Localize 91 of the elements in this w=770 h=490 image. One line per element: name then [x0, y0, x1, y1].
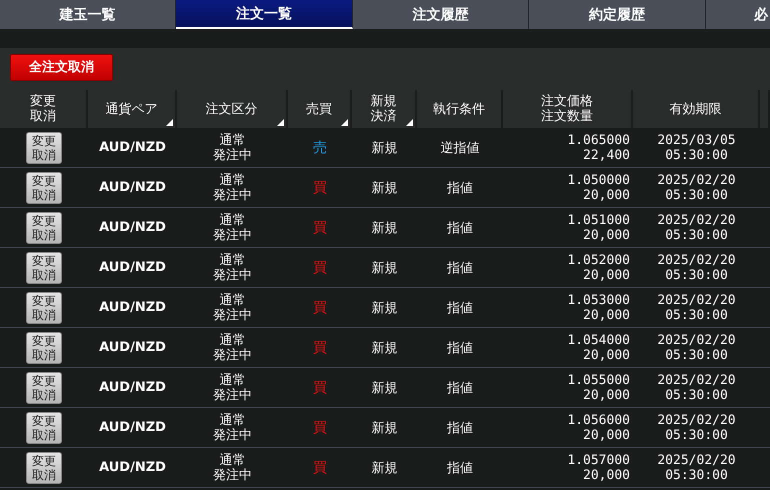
currency-pair: AUD/NZD — [99, 220, 166, 235]
buy-sell: 売 — [313, 138, 327, 156]
tab[interactable]: 注文履歴 — [353, 0, 529, 29]
order-quantity: 20,000 — [583, 308, 630, 322]
expiry-date: 2025/03/05 05:30:00 — [657, 132, 736, 162]
order-quantity: 20,000 — [583, 388, 630, 402]
edit-cancel-button[interactable]: 変更 取消 — [26, 172, 62, 204]
order-type: 通常 発注中 — [213, 212, 252, 242]
sort-triangle-icon — [277, 119, 284, 126]
execution-condition: 指値 — [447, 420, 473, 436]
open-close: 新規 — [372, 140, 398, 156]
order-type: 通常 発注中 — [213, 412, 252, 442]
currency-pair: AUD/NZD — [99, 380, 166, 395]
order-price: 1.050000 — [567, 172, 630, 188]
expiry-date: 2025/02/20 05:30:00 — [657, 172, 736, 202]
buy-sell: 買 — [313, 218, 327, 236]
order-quantity: 20,000 — [583, 268, 630, 282]
sort-triangle-icon — [406, 119, 413, 126]
expiry-date: 2025/02/20 05:30:00 — [657, 292, 736, 322]
order-price: 1.051000 — [567, 212, 630, 228]
currency-pair: AUD/NZD — [99, 460, 166, 475]
tab[interactable]: 約定履歴 — [529, 0, 706, 29]
edit-cancel-button[interactable]: 変更 取消 — [26, 372, 62, 404]
expiry-date: 2025/02/20 05:30:00 — [657, 252, 736, 282]
sort-triangle-icon — [166, 119, 173, 126]
execution-condition: 指値 — [447, 300, 473, 316]
open-close: 新規 — [372, 380, 398, 396]
buy-sell: 買 — [313, 178, 327, 196]
buy-sell: 買 — [313, 298, 327, 316]
edit-cancel-button[interactable]: 変更 取消 — [26, 212, 62, 244]
expiry-date: 2025/02/20 05:30:00 — [657, 452, 736, 482]
currency-pair: AUD/NZD — [99, 180, 166, 195]
edit-cancel-button[interactable]: 変更 取消 — [26, 252, 62, 284]
open-close: 新規 — [372, 340, 398, 356]
open-close: 新規 — [372, 460, 398, 476]
expiry-date: 2025/02/20 05:30:00 — [657, 372, 736, 402]
order-price: 1.065000 — [567, 132, 630, 148]
edit-cancel-button[interactable]: 変更 取消 — [26, 132, 62, 164]
order-price: 1.056000 — [567, 412, 630, 428]
order-type: 通常 発注中 — [213, 172, 252, 202]
order-quantity: 20,000 — [583, 228, 630, 242]
execution-condition: 指値 — [447, 380, 473, 396]
buy-sell: 買 — [313, 258, 327, 276]
currency-pair: AUD/NZD — [99, 340, 166, 355]
open-close: 新規 — [372, 180, 398, 196]
currency-pair: AUD/NZD — [99, 260, 166, 275]
order-quantity: 20,000 — [583, 468, 630, 482]
execution-condition: 指値 — [447, 460, 473, 476]
buy-sell: 買 — [313, 378, 327, 396]
order-quantity: 20,000 — [583, 348, 630, 362]
order-type: 通常 発注中 — [213, 292, 252, 322]
buy-sell: 買 — [313, 338, 327, 356]
order-quantity: 20,000 — [583, 188, 630, 202]
order-type: 通常 発注中 — [213, 252, 252, 282]
order-price: 1.055000 — [567, 372, 630, 388]
tab[interactable]: 建玉一覧 — [0, 0, 176, 29]
order-type: 通常 発注中 — [213, 132, 252, 162]
order-price: 1.052000 — [567, 252, 630, 268]
execution-condition: 指値 — [447, 180, 473, 196]
edit-cancel-button[interactable]: 変更 取消 — [26, 412, 62, 444]
order-type: 通常 発注中 — [213, 452, 252, 482]
execution-condition: 逆指値 — [440, 140, 480, 156]
open-close: 新規 — [372, 260, 398, 276]
execution-condition: 指値 — [447, 260, 473, 276]
order-quantity: 20,000 — [583, 428, 630, 442]
open-close: 新規 — [372, 300, 398, 316]
order-type: 通常 発注中 — [213, 372, 252, 402]
order-type: 通常 発注中 — [213, 332, 252, 362]
order-quantity: 22,400 — [583, 148, 630, 162]
order-price: 1.057000 — [567, 452, 630, 468]
sort-triangle-icon — [341, 119, 348, 126]
edit-cancel-button[interactable]: 変更 取消 — [26, 332, 62, 364]
expiry-date: 2025/02/20 05:30:00 — [657, 212, 736, 242]
open-close: 新規 — [372, 220, 398, 236]
currency-pair: AUD/NZD — [99, 300, 166, 315]
cancel-all-button[interactable]: 全注文取消 — [10, 54, 113, 80]
tab[interactable]: 必 — [706, 0, 770, 29]
buy-sell: 買 — [313, 418, 327, 436]
expiry-date: 2025/02/20 05:30:00 — [657, 412, 736, 442]
tab[interactable]: 注文一覧 — [176, 0, 353, 29]
currency-pair: AUD/NZD — [99, 420, 166, 435]
execution-condition: 指値 — [447, 220, 473, 236]
edit-cancel-button[interactable]: 変更 取消 — [26, 292, 62, 324]
execution-condition: 指値 — [447, 340, 473, 356]
edit-cancel-button[interactable]: 変更 取消 — [26, 452, 62, 484]
buy-sell: 買 — [313, 458, 327, 476]
open-close: 新規 — [372, 420, 398, 436]
order-price: 1.053000 — [567, 292, 630, 308]
expiry-date: 2025/02/20 05:30:00 — [657, 332, 736, 362]
order-price: 1.054000 — [567, 332, 630, 348]
currency-pair: AUD/NZD — [99, 140, 166, 155]
